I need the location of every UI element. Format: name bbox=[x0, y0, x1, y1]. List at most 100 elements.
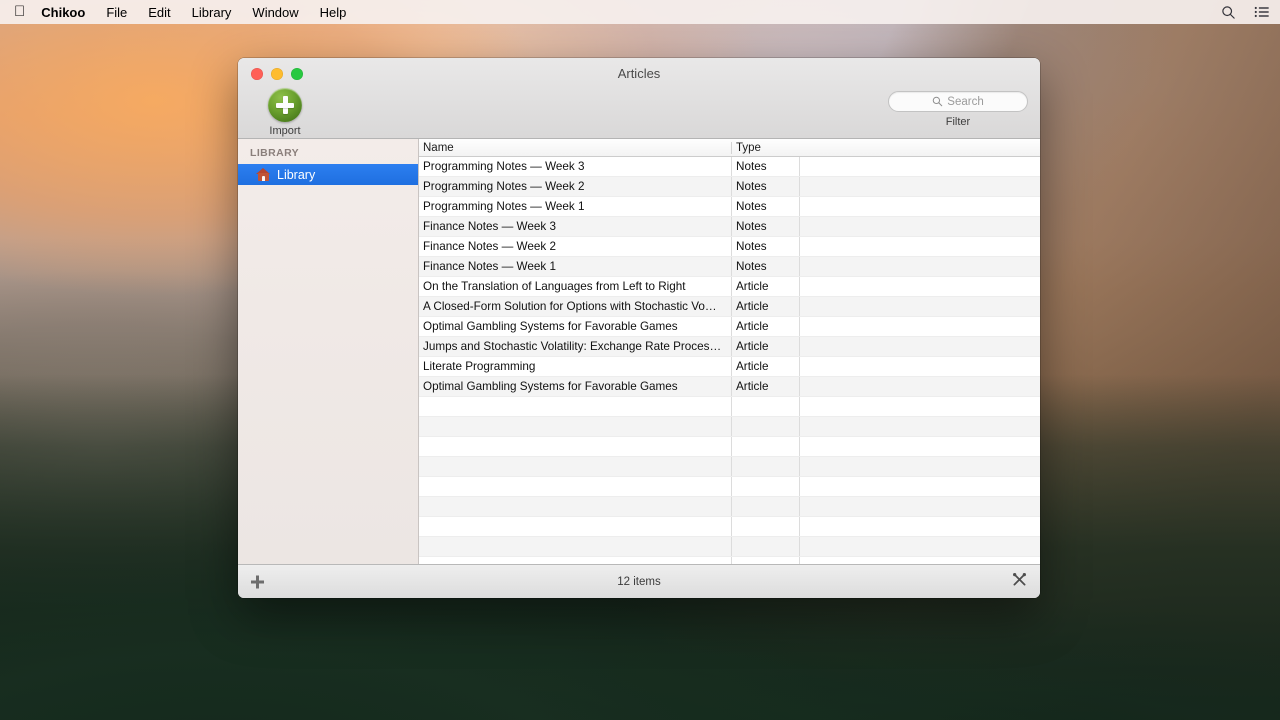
menu-item-help[interactable]: Help bbox=[320, 5, 347, 20]
tools-button[interactable] bbox=[1011, 571, 1028, 593]
cell-type: Notes bbox=[731, 157, 799, 176]
cell-extra bbox=[799, 237, 1040, 256]
cell-name: Literate Programming bbox=[419, 357, 731, 376]
column-header-type[interactable]: Type bbox=[731, 142, 799, 154]
notification-center-list-icon[interactable] bbox=[1254, 5, 1270, 19]
cell-empty bbox=[799, 557, 1040, 564]
table-row-empty[interactable] bbox=[419, 397, 1040, 417]
menu-item-file[interactable]: File bbox=[106, 5, 127, 20]
cell-type: Article bbox=[731, 337, 799, 356]
cell-extra bbox=[799, 377, 1040, 396]
cell-empty bbox=[799, 477, 1040, 496]
window-content: LIBRARY Library Name Type Programming No… bbox=[238, 139, 1040, 564]
cell-name: Optimal Gambling Systems for Favorable G… bbox=[419, 377, 731, 396]
search-placeholder-text: Search bbox=[947, 96, 983, 108]
table-row[interactable]: Programming Notes — Week 3Notes bbox=[419, 157, 1040, 177]
table-header-row: Name Type bbox=[419, 139, 1040, 157]
articles-window: Articles Import Search Filter LIBRARY bbox=[238, 58, 1040, 598]
menu-bar:  Chikoo File Edit Library Window Help bbox=[0, 0, 1280, 24]
filter-group: Search Filter bbox=[888, 91, 1028, 128]
cell-empty bbox=[419, 497, 731, 516]
table-row-empty[interactable] bbox=[419, 477, 1040, 497]
menu-item-window[interactable]: Window bbox=[252, 5, 298, 20]
sidebar-item-label: Library bbox=[277, 168, 315, 182]
cell-type: Article bbox=[731, 297, 799, 316]
cell-name: Finance Notes — Week 3 bbox=[419, 217, 731, 236]
menu-item-edit[interactable]: Edit bbox=[148, 5, 170, 20]
column-header-name[interactable]: Name bbox=[419, 142, 731, 154]
table-row[interactable]: Optimal Gambling Systems for Favorable G… bbox=[419, 377, 1040, 397]
cell-empty bbox=[419, 397, 731, 416]
cell-type: Notes bbox=[731, 217, 799, 236]
cell-empty bbox=[799, 517, 1040, 536]
table-row[interactable]: Finance Notes — Week 3Notes bbox=[419, 217, 1040, 237]
cell-name: Jumps and Stochastic Volatility: Exchang… bbox=[419, 337, 731, 356]
cell-name: Programming Notes — Week 3 bbox=[419, 157, 731, 176]
cell-empty bbox=[799, 397, 1040, 416]
cell-name: Finance Notes — Week 1 bbox=[419, 257, 731, 276]
menu-item-app[interactable]: Chikoo bbox=[41, 5, 85, 20]
cell-empty bbox=[419, 417, 731, 436]
cell-name: Programming Notes — Week 2 bbox=[419, 177, 731, 196]
desktop-wallpaper:  Chikoo File Edit Library Window Help A bbox=[0, 0, 1280, 720]
cell-name: Optimal Gambling Systems for Favorable G… bbox=[419, 317, 731, 336]
import-button[interactable]: Import bbox=[250, 88, 320, 137]
table-row-empty[interactable] bbox=[419, 457, 1040, 477]
cell-empty bbox=[799, 437, 1040, 456]
window-title: Articles bbox=[238, 66, 1040, 81]
table-row-empty[interactable] bbox=[419, 437, 1040, 457]
cell-type: Article bbox=[731, 377, 799, 396]
table-row[interactable]: On the Translation of Languages from Lef… bbox=[419, 277, 1040, 297]
plus-circle-icon bbox=[268, 88, 302, 122]
cell-extra bbox=[799, 217, 1040, 236]
cell-type: Notes bbox=[731, 257, 799, 276]
cell-name: On the Translation of Languages from Lef… bbox=[419, 277, 731, 296]
search-input[interactable]: Search bbox=[888, 91, 1028, 112]
table-row[interactable]: Jumps and Stochastic Volatility: Exchang… bbox=[419, 337, 1040, 357]
cell-type: Article bbox=[731, 357, 799, 376]
cell-empty bbox=[731, 457, 799, 476]
apple-menu-icon[interactable]:  bbox=[14, 4, 25, 19]
cell-empty bbox=[419, 537, 731, 556]
cell-empty bbox=[731, 477, 799, 496]
table-body: Programming Notes — Week 3NotesProgrammi… bbox=[419, 157, 1040, 564]
table-row[interactable]: A Closed-Form Solution for Options with … bbox=[419, 297, 1040, 317]
table-row[interactable]: Optimal Gambling Systems for Favorable G… bbox=[419, 317, 1040, 337]
cell-extra bbox=[799, 317, 1040, 336]
cell-type: Notes bbox=[731, 197, 799, 216]
cell-empty bbox=[731, 397, 799, 416]
cell-empty bbox=[731, 497, 799, 516]
cell-empty bbox=[799, 457, 1040, 476]
filter-label: Filter bbox=[888, 116, 1028, 128]
cell-empty bbox=[731, 557, 799, 564]
cell-empty bbox=[419, 457, 731, 476]
cell-extra bbox=[799, 257, 1040, 276]
cell-empty bbox=[799, 497, 1040, 516]
cell-empty bbox=[419, 557, 731, 564]
table-row[interactable]: Finance Notes — Week 2Notes bbox=[419, 237, 1040, 257]
menu-item-library[interactable]: Library bbox=[192, 5, 232, 20]
spotlight-search-icon[interactable] bbox=[1221, 5, 1236, 20]
item-count-label: 12 items bbox=[238, 576, 1040, 588]
table-row-empty[interactable] bbox=[419, 537, 1040, 557]
sidebar-item-library[interactable]: Library bbox=[238, 164, 418, 185]
table-row-empty[interactable] bbox=[419, 497, 1040, 517]
cell-type: Notes bbox=[731, 177, 799, 196]
cell-empty bbox=[731, 537, 799, 556]
table-row[interactable]: Programming Notes — Week 1Notes bbox=[419, 197, 1040, 217]
cell-empty bbox=[419, 477, 731, 496]
table-row-empty[interactable] bbox=[419, 557, 1040, 564]
cell-extra bbox=[799, 357, 1040, 376]
cell-empty bbox=[799, 537, 1040, 556]
table-row-empty[interactable] bbox=[419, 517, 1040, 537]
status-bar: 12 items bbox=[238, 564, 1040, 598]
cell-empty bbox=[731, 517, 799, 536]
table-row-empty[interactable] bbox=[419, 417, 1040, 437]
import-button-label: Import bbox=[250, 125, 320, 137]
cell-type: Notes bbox=[731, 237, 799, 256]
table-row[interactable]: Finance Notes — Week 1Notes bbox=[419, 257, 1040, 277]
cell-extra bbox=[799, 297, 1040, 316]
table-row[interactable]: Programming Notes — Week 2Notes bbox=[419, 177, 1040, 197]
magnifier-icon bbox=[932, 96, 943, 107]
table-row[interactable]: Literate ProgrammingArticle bbox=[419, 357, 1040, 377]
